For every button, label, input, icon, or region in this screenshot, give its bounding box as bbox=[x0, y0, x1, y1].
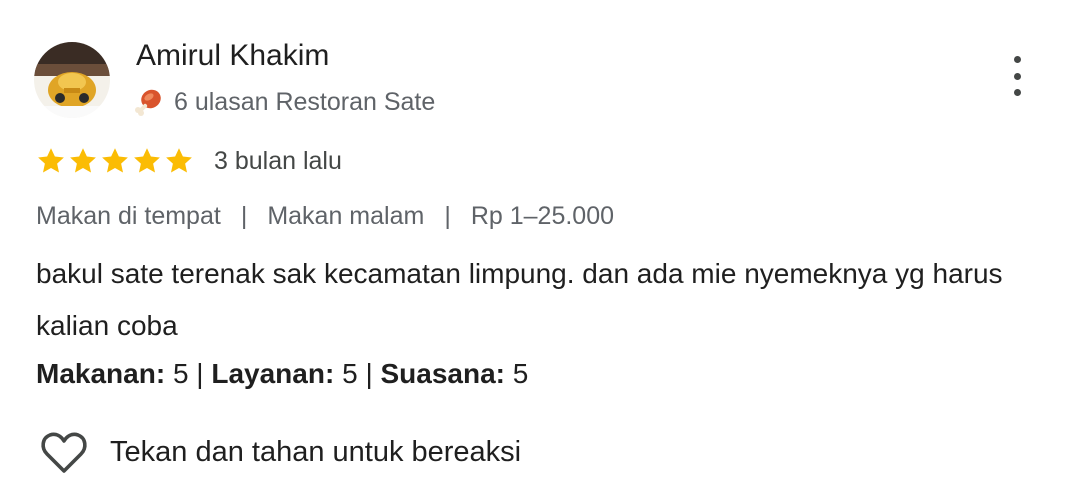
tag-separator: | bbox=[444, 202, 451, 230]
review-time: 3 bulan lalu bbox=[214, 146, 342, 175]
tag-separator: | bbox=[240, 202, 248, 230]
reviewer-meta: 6 ulasan Restoran Sate bbox=[132, 86, 435, 118]
reviewer-meta-text: 6 ulasan Restoran Sate bbox=[174, 88, 436, 116]
star-icon bbox=[38, 148, 64, 173]
tag-price: Rp 1–25.000 bbox=[470, 202, 615, 230]
react-button[interactable]: Tekan dan tahan untuk bereaksi bbox=[40, 430, 521, 474]
rating-atmosphere-value: 5 bbox=[512, 358, 529, 389]
star-icon bbox=[102, 148, 128, 173]
rating-food-value: 5 bbox=[172, 358, 189, 389]
drumstick-icon bbox=[132, 86, 164, 118]
avatar[interactable] bbox=[34, 42, 110, 118]
rating-row: 3 bulan lalu bbox=[36, 146, 342, 176]
rating-atmosphere-label: Suasana bbox=[380, 358, 496, 389]
review-text: bakul sate terenak sak kecamatan limpung… bbox=[36, 258, 1003, 341]
sub-ratings: Makanan: 5 | Layanan: 5 | Suasana: 5 bbox=[36, 358, 529, 389]
more-dot bbox=[1013, 56, 1021, 63]
review-tags: Makan di tempat | Makan malam | Rp 1–25.… bbox=[36, 200, 614, 232]
star-icon bbox=[166, 148, 192, 173]
avatar-photo bbox=[34, 42, 110, 118]
heart-outline-icon bbox=[41, 432, 87, 473]
star-rating bbox=[36, 146, 194, 176]
rating-service-label: Layanan bbox=[211, 358, 325, 389]
tag-meal-type: Makan malam bbox=[267, 202, 425, 230]
tag-dine-type: Makan di tempat bbox=[36, 202, 221, 230]
star-icon bbox=[134, 148, 160, 173]
more-vertical-icon[interactable] bbox=[1000, 56, 1034, 96]
more-dot bbox=[1013, 89, 1021, 96]
reviewer-name[interactable]: Amirul Khakim bbox=[136, 38, 329, 74]
star-icon bbox=[70, 148, 96, 173]
react-label: Tekan dan tahan untuk bereaksi bbox=[110, 435, 522, 468]
more-dot bbox=[1013, 72, 1021, 80]
rating-service-value: 5 bbox=[342, 358, 358, 389]
rating-food-label: Makanan bbox=[36, 358, 156, 389]
